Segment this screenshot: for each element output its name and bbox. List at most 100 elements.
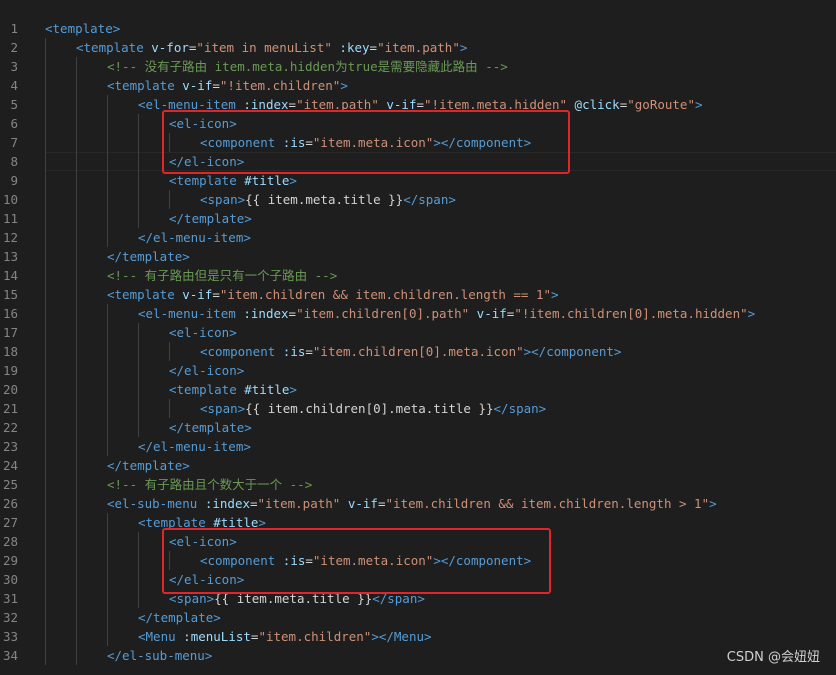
- token-tag: <template: [107, 287, 175, 302]
- code-text[interactable]: <template>: [45, 19, 120, 38]
- token-attr: v-for: [143, 40, 189, 55]
- line-number: 32: [2, 610, 18, 625]
- line-number: 19: [2, 363, 18, 378]
- indent-guide: [45, 133, 46, 152]
- indent-guide: [138, 190, 139, 209]
- code-text[interactable]: <Menu :menuList="item.children"></Menu>: [138, 627, 432, 646]
- indent-guide: [107, 418, 108, 437]
- indent-guide: [76, 266, 77, 285]
- indent-guide: [76, 437, 77, 456]
- code-text[interactable]: <el-icon>: [169, 323, 237, 342]
- indent-guide: [45, 304, 46, 323]
- code-text[interactable]: <template #title>: [169, 380, 297, 399]
- code-line: 13 </template>: [0, 247, 836, 266]
- code-text[interactable]: </template>: [169, 418, 252, 437]
- line-number: 33: [2, 629, 18, 644]
- indent-guide: [45, 38, 46, 57]
- indent-guide: [107, 228, 108, 247]
- token-tag: </el-icon>: [169, 363, 245, 378]
- code-text[interactable]: <component :is="item.children[0].meta.ic…: [200, 342, 621, 361]
- line-number: 24: [2, 458, 18, 473]
- indent-guide: [107, 114, 108, 133]
- indent-guide: [76, 456, 77, 475]
- token-tag: >: [289, 173, 297, 188]
- code-editor[interactable]: 1 <template> 2 <template v-for="item in men…: [0, 0, 836, 675]
- token-attr: v-if: [340, 496, 378, 511]
- token-tag: <span>: [200, 192, 246, 207]
- indent-guide: [76, 627, 77, 646]
- code-text[interactable]: <!-- 没有子路由 item.meta.hidden为true是需要隐藏此路由…: [107, 57, 508, 76]
- code-text[interactable]: </template>: [107, 247, 190, 266]
- code-text[interactable]: <template v-if="item.children && item.ch…: [107, 285, 559, 304]
- code-text[interactable]: <el-menu-item :index="item.children[0].p…: [138, 304, 755, 323]
- line-number: 6: [10, 116, 18, 131]
- token-txt: =: [250, 496, 258, 511]
- token-tag: >: [551, 287, 559, 302]
- code-text[interactable]: <template v-if="!item.children">: [107, 76, 348, 95]
- token-txt: =: [377, 496, 386, 511]
- indent-guide: [107, 133, 108, 152]
- indent-guide: [45, 456, 46, 475]
- code-text[interactable]: </el-icon>: [169, 361, 244, 380]
- token-tag: >: [709, 496, 717, 511]
- line-number: 29: [2, 553, 18, 568]
- indent-guide: [76, 228, 77, 247]
- token-str: "!item.children": [219, 78, 341, 93]
- code-text[interactable]: </template>: [169, 209, 252, 228]
- indent-guide: [45, 76, 46, 95]
- token-txt: =: [305, 344, 313, 359]
- line-number: 20: [2, 382, 18, 397]
- code-line: 26 <el-sub-menu :index="item.path" v-if="…: [0, 494, 836, 513]
- indent-guide: [45, 285, 46, 304]
- line-number: 11: [2, 211, 18, 226]
- indent-guide: [138, 589, 139, 608]
- indent-guide: [169, 190, 170, 209]
- code-text[interactable]: </el-menu-item>: [138, 437, 251, 456]
- line-number: 16: [2, 306, 18, 321]
- indent-guide: [45, 437, 46, 456]
- indent-guide: [45, 532, 46, 551]
- token-tag: <template>: [45, 21, 121, 36]
- token-attr: v-if: [174, 287, 213, 302]
- indent-guide: [76, 133, 77, 152]
- indent-guide: [45, 608, 46, 627]
- code-text[interactable]: <template v-for="item in menuList" :key=…: [76, 38, 467, 57]
- token-cmt: <!-- 没有子路由 item.meta.hidden为true是需要隐藏此路由…: [107, 59, 508, 74]
- indent-guide: [45, 114, 46, 133]
- line-number: 26: [2, 496, 18, 511]
- indent-guide: [107, 570, 108, 589]
- token-tag: <component: [200, 344, 276, 359]
- code-line: 10 <span>{{ item.meta.title }}</span>: [0, 190, 836, 209]
- code-text[interactable]: <span>{{ item.children[0].meta.title }}<…: [200, 399, 546, 418]
- token-tag: <el-sub-menu: [107, 496, 198, 511]
- code-line: 25 <!-- 有子路由且个数大于一个 -->: [0, 475, 836, 494]
- token-str: "!item.children[0].meta.hidden": [514, 306, 748, 321]
- code-text[interactable]: <el-sub-menu :index="item.path" v-if="it…: [107, 494, 717, 513]
- line-number: 34: [2, 648, 18, 663]
- indent-guide: [107, 627, 108, 646]
- indent-guide: [76, 76, 77, 95]
- token-tag: <el-menu-item: [138, 306, 236, 321]
- code-text[interactable]: <!-- 有子路由但是只有一个子路由 -->: [107, 266, 337, 285]
- code-line: 19 </el-icon>: [0, 361, 836, 380]
- code-text[interactable]: </el-menu-item>: [138, 228, 251, 247]
- code-text[interactable]: <span>{{ item.meta.title }}</span>: [200, 190, 456, 209]
- indent-guide: [45, 190, 46, 209]
- indent-guide: [138, 171, 139, 190]
- code-text[interactable]: </template>: [138, 608, 221, 627]
- token-tag: <span>: [200, 401, 246, 416]
- code-text[interactable]: </template>: [107, 456, 190, 475]
- code-text[interactable]: </el-sub-menu>: [107, 646, 212, 665]
- token-str: "goRoute": [627, 97, 695, 112]
- indent-guide: [76, 247, 77, 266]
- code-text[interactable]: <!-- 有子路由且个数大于一个 -->: [107, 475, 312, 494]
- indent-guide: [76, 532, 77, 551]
- indent-guide: [138, 532, 139, 551]
- indent-guide: [76, 114, 77, 133]
- token-tag: </template>: [107, 458, 190, 473]
- indent-guide: [76, 570, 77, 589]
- line-number: 8: [10, 154, 18, 169]
- token-txt: {{ item.children[0].meta.title }}: [245, 401, 494, 416]
- indent-guide: [45, 570, 46, 589]
- indent-guide: [76, 209, 77, 228]
